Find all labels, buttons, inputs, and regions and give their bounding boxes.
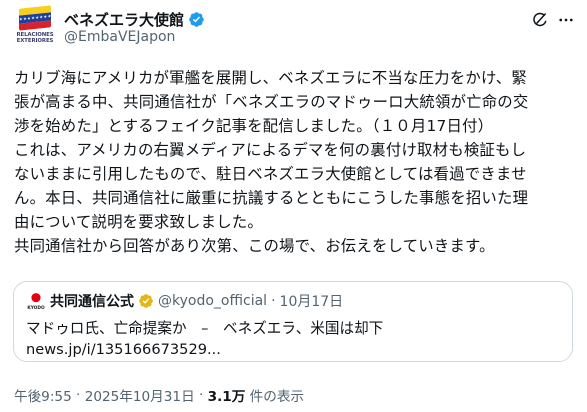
meta-separator: · [71, 387, 85, 403]
post-time[interactable]: 午後9:55 [14, 385, 72, 405]
quote-text: マドゥロ氏、亡命提案か – ベネズエラ、米国は却下 news.jp/i/1351… [26, 320, 384, 358]
verified-gold-badge-icon[interactable] [138, 293, 154, 309]
post-date[interactable]: 2025年10月31日 [85, 385, 195, 405]
kyodo-logo-text: KYODO [27, 305, 45, 311]
grok-icon[interactable] [531, 11, 549, 29]
quote-separator: · [271, 293, 276, 309]
author-display-name[interactable]: ベネズエラ大使館 [64, 9, 184, 30]
views-label: 件の表示 [245, 389, 305, 405]
quote-header: KYODO 共同通信公式 @kyodo_official · 10月17日 [26, 291, 343, 311]
views-count[interactable]: 3.1万 [208, 385, 246, 405]
verified-badge-icon[interactable] [188, 11, 205, 28]
meta-separator: · [194, 387, 208, 403]
quote-handle[interactable]: @kyodo_official [158, 293, 267, 309]
author-name-row: ベネズエラ大使館 [64, 9, 205, 29]
author-handle[interactable]: @EmbaVEJapon [64, 29, 175, 45]
author-avatar[interactable]: ★★★★★★★★ RELACIONES EXTERIORES [14, 5, 56, 49]
quoted-tweet[interactable]: KYODO 共同通信公式 @kyodo_official · 10月17日 マド… [13, 281, 573, 362]
tweet-text: カリブ海にアメリカが軍艦を展開し、ベネズエラに不当な圧力をかけ、緊 張が高まる中… [14, 69, 529, 255]
more-icon[interactable] [557, 11, 575, 29]
quote-display-name[interactable]: 共同通信公式 [50, 291, 134, 311]
venezuela-flag-icon: ★★★★★★★★ [19, 5, 51, 31]
kyodo-logo-icon[interactable]: KYODO [26, 291, 46, 311]
quote-date[interactable]: 10月17日 [280, 291, 344, 311]
avatar-org-text: RELACIONES EXTERIORES [16, 32, 54, 44]
tweet-meta: 午後9:55 · 2025年10月31日 · 3.1万 件の表示 [14, 385, 304, 405]
